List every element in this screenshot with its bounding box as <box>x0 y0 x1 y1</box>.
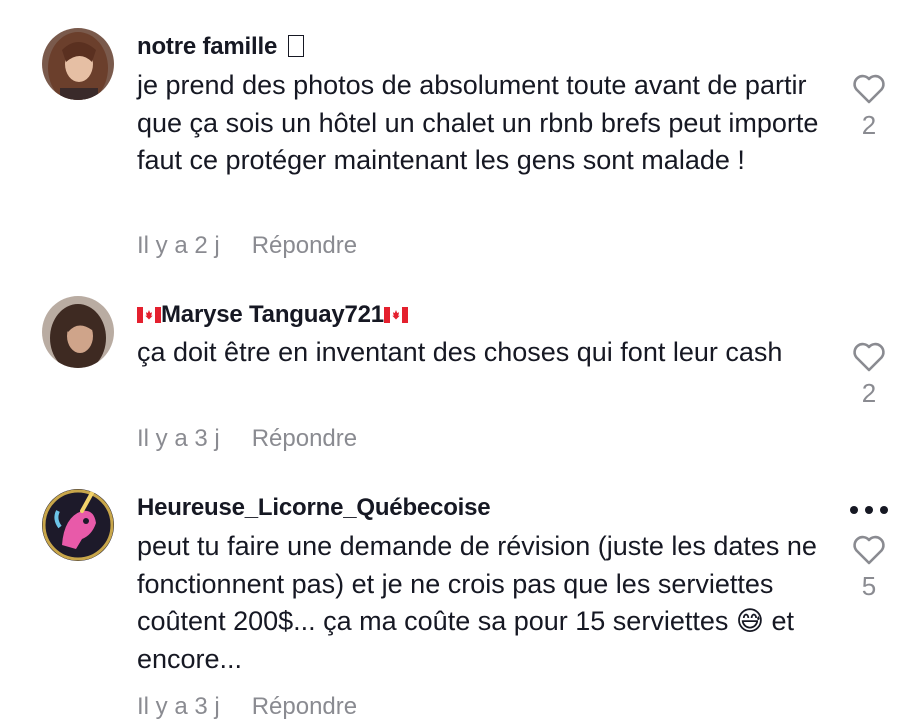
more-dots-icon <box>850 506 858 514</box>
avatar[interactable] <box>42 296 114 368</box>
reply-button[interactable]: Répondre <box>252 693 357 720</box>
like-count: 2 <box>861 378 877 408</box>
comment-time: Il y a 3 j <box>137 693 220 720</box>
comment-text: ça doit être en inventant des choses qui… <box>137 337 783 367</box>
comment-meta: Il y a 3 j Répondre <box>137 693 357 721</box>
reply-button[interactable]: Répondre <box>252 425 357 452</box>
comment-username[interactable]: Heureuse_Licorne_Québecoise <box>137 494 491 522</box>
heart-outline-icon <box>853 342 885 372</box>
more-dots-icon <box>865 506 873 514</box>
like-button[interactable]: 2 <box>848 74 890 141</box>
unknown-glyph-icon <box>287 35 304 57</box>
canada-flag-icon <box>137 302 161 330</box>
avatar[interactable] <box>42 28 114 100</box>
like-button[interactable]: 5 <box>848 535 890 602</box>
heart-outline-icon <box>853 74 885 104</box>
canada-flag-icon <box>383 302 408 330</box>
comment-username[interactable]: Maryse Tanguay721 <box>137 301 408 330</box>
like-count: 5 <box>861 571 877 601</box>
comment-username[interactable]: notre famille <box>137 33 304 61</box>
like-button[interactable]: 2 <box>848 342 890 409</box>
comment-time: Il y a 2 j <box>137 232 220 259</box>
like-count: 2 <box>861 110 877 140</box>
more-dots-icon <box>880 506 888 514</box>
comment-time: Il y a 3 j <box>137 425 220 452</box>
sweat-smile-emoji: 😅 <box>735 606 765 637</box>
comment-text: peut tu faire une demande de révision (j… <box>137 531 817 674</box>
more-options-button[interactable] <box>848 504 890 516</box>
comment-meta: Il y a 3 j Répondre <box>137 425 357 453</box>
comment-text: je prend des photos de absolument toute … <box>137 70 819 175</box>
avatar[interactable] <box>42 489 114 561</box>
comment-meta: Il y a 2 j Répondre <box>137 232 357 260</box>
reply-button[interactable]: Répondre <box>252 232 357 259</box>
heart-outline-icon <box>853 535 885 565</box>
